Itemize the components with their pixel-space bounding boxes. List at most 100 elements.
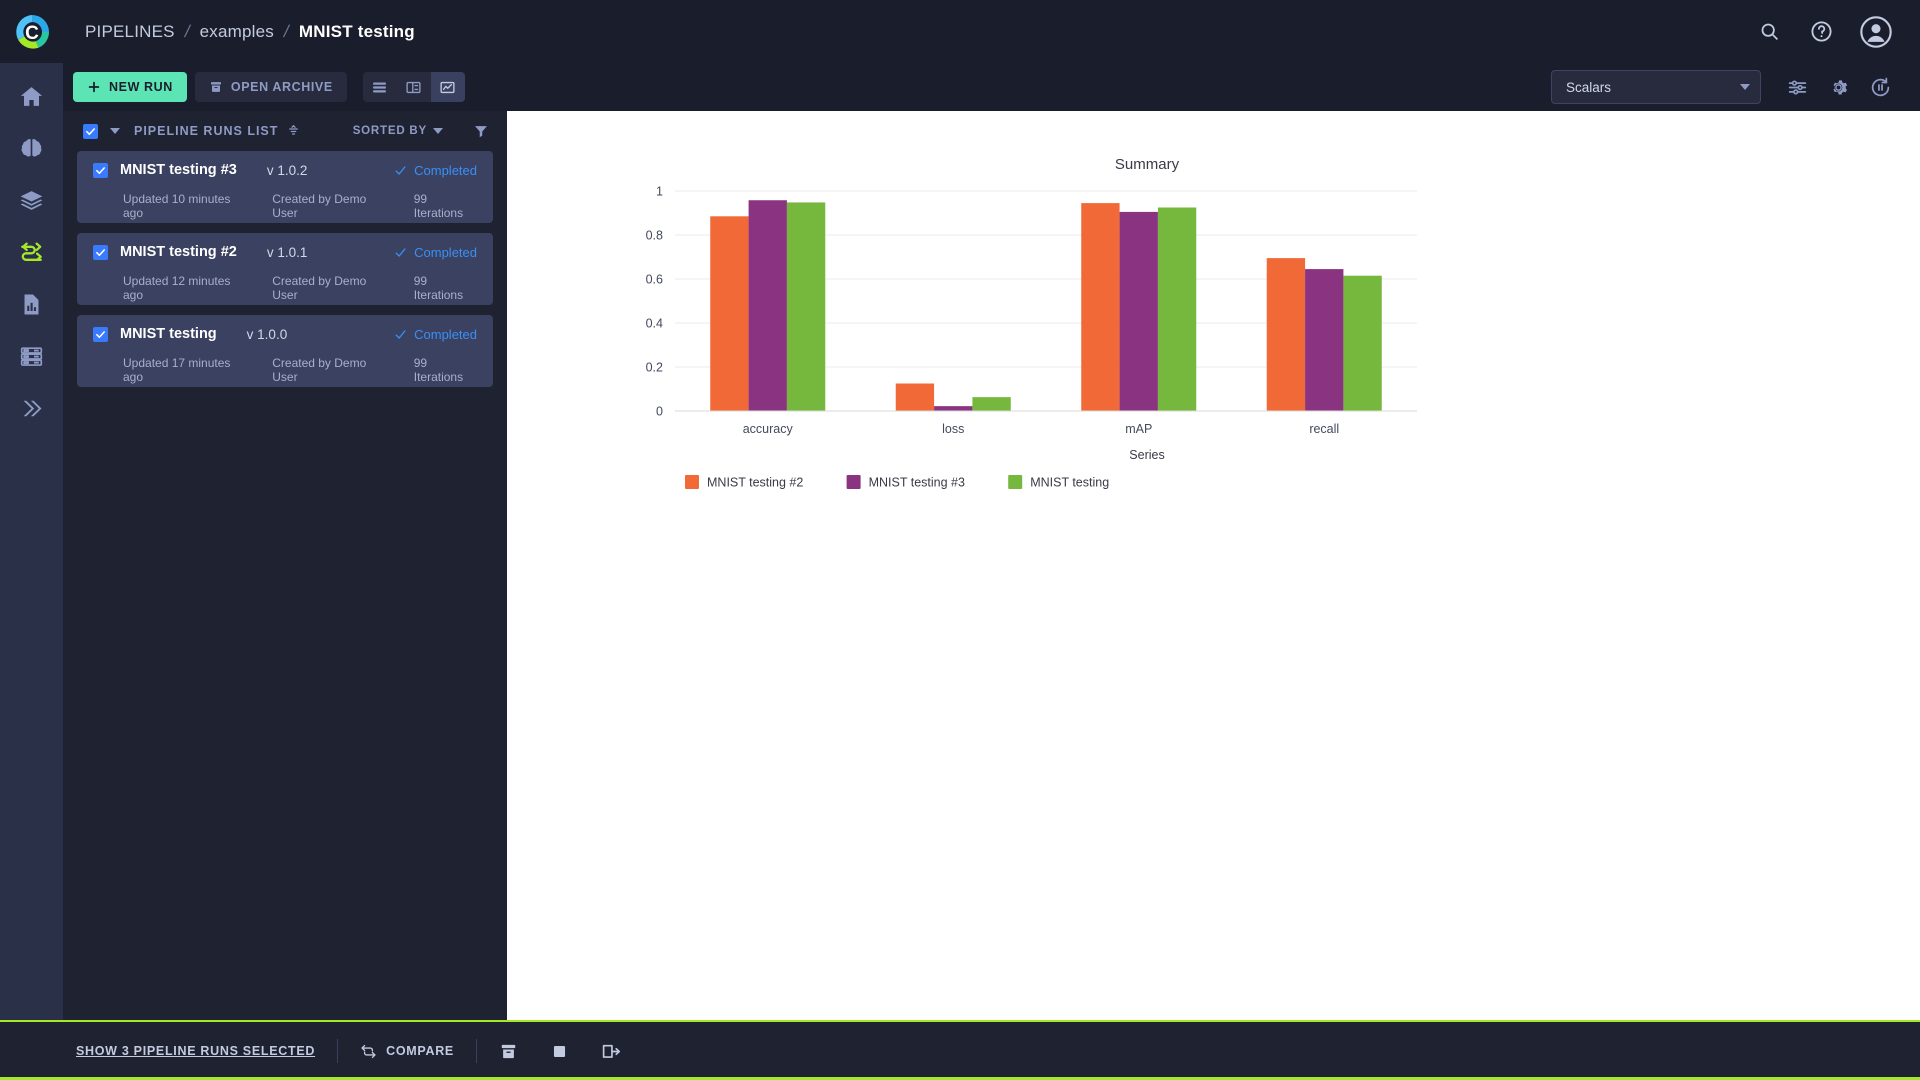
sliders-icon[interactable] bbox=[1787, 77, 1808, 98]
breadcrumb: PIPELINES / examples / MNIST testing bbox=[85, 22, 415, 42]
run-name: MNIST testing bbox=[120, 326, 217, 342]
run-version: v 1.0.2 bbox=[266, 162, 308, 178]
plus-icon bbox=[88, 81, 100, 93]
open-archive-label: OPEN ARCHIVE bbox=[230, 80, 333, 94]
chart-title: Summary bbox=[1115, 156, 1180, 173]
breadcrumb-item-current: MNIST testing bbox=[298, 21, 415, 41]
gear-icon[interactable] bbox=[1828, 77, 1849, 98]
run-updated: Updated 17 minutes ago bbox=[123, 356, 231, 384]
sidebar-item-projects[interactable] bbox=[10, 129, 54, 167]
divider bbox=[337, 1039, 339, 1063]
sidebar-item-datasets[interactable] bbox=[10, 181, 54, 219]
refresh-pause-icon[interactable] bbox=[1869, 76, 1892, 99]
metric-select[interactable]: Scalars bbox=[1551, 70, 1761, 104]
table-row[interactable]: MNIST testing v 1.0.0 Completed Updated … bbox=[77, 315, 493, 387]
run-created-by: Created by Demo User bbox=[272, 356, 367, 384]
compare-label: COMPARE bbox=[386, 1044, 454, 1058]
sorted-by-button[interactable]: SORTED BY bbox=[353, 125, 443, 137]
top-bar-actions bbox=[1756, 15, 1920, 48]
page-body: NEW RUN OPEN ARCHIVE PIPELINE RUNS LIST … bbox=[0, 63, 1920, 1020]
summary-chart-svg[interactable]: Summary 0 0.2 0.4 0.6 0.8 1 accuracy loss mAP re… bbox=[507, 111, 1920, 603]
run-updated: Updated 12 minutes ago bbox=[123, 274, 231, 302]
table-row[interactable]: MNIST testing #2 v 1.0.1 Completed Updat… bbox=[77, 233, 493, 305]
archive-icon bbox=[210, 82, 221, 92]
status-badge: Completed bbox=[394, 327, 477, 342]
run-checkbox[interactable] bbox=[93, 244, 108, 260]
table-row[interactable]: MNIST testing #3 v 1.0.2 Completed Updat… bbox=[77, 151, 493, 223]
move-icon[interactable] bbox=[601, 1041, 622, 1062]
svg-text:0: 0 bbox=[656, 405, 663, 419]
sorted-by-label: SORTED BY bbox=[352, 125, 427, 137]
runs-list-header: PIPELINE RUNS LIST SORTED BY bbox=[63, 111, 507, 151]
sorted-by-caret-icon bbox=[433, 128, 443, 134]
summary-chart-card: Summary 0 0.2 0.4 0.6 0.8 1 accuracy loss mAP re… bbox=[507, 111, 1920, 1020]
status-label: Completed bbox=[414, 162, 477, 178]
clearml-logo[interactable]: C bbox=[0, 0, 63, 63]
selection-summary-link[interactable]: SHOW 3 PIPELINE RUNS SELECTED bbox=[76, 1044, 315, 1058]
run-updated: Updated 10 minutes ago bbox=[123, 192, 231, 220]
chart-x-axis-label: Series bbox=[1129, 448, 1164, 462]
stop-icon[interactable] bbox=[550, 1042, 569, 1061]
svg-text:0.4: 0.4 bbox=[646, 317, 663, 331]
table-view-button[interactable] bbox=[363, 72, 397, 102]
clearml-pipelines-page: C PIPELINES / examples / MNIST testing N… bbox=[0, 0, 1920, 1080]
svg-text:1: 1 bbox=[656, 185, 663, 199]
svg-text:MNIST testing: MNIST testing bbox=[1030, 476, 1109, 490]
run-version: v 1.0.1 bbox=[266, 244, 308, 260]
run-version: v 1.0.0 bbox=[246, 326, 288, 342]
main-toolbar: Scalars bbox=[507, 63, 1920, 111]
run-checkbox[interactable] bbox=[93, 162, 108, 178]
details-view-button[interactable] bbox=[397, 72, 431, 102]
status-label: Completed bbox=[414, 244, 477, 260]
check-icon bbox=[395, 165, 406, 175]
svg-text:mAP: mAP bbox=[1125, 422, 1152, 436]
filter-icon[interactable] bbox=[473, 123, 489, 139]
status-badge: Completed bbox=[394, 163, 477, 178]
run-iterations: 99 Iterations bbox=[413, 274, 464, 302]
svg-text:accuracy: accuracy bbox=[743, 422, 794, 436]
metric-select-value: Scalars bbox=[1566, 79, 1612, 95]
search-icon[interactable] bbox=[1756, 19, 1782, 45]
sidebar-item-pipelines[interactable] bbox=[10, 233, 54, 271]
svg-text:C: C bbox=[25, 23, 39, 44]
run-iterations: 99 Iterations bbox=[413, 356, 464, 384]
breadcrumb-item-pipelines[interactable]: PIPELINES bbox=[85, 22, 175, 42]
runs-list-panel: NEW RUN OPEN ARCHIVE PIPELINE RUNS LIST … bbox=[63, 63, 507, 1020]
column-settings-icon[interactable] bbox=[286, 124, 301, 139]
run-checkbox[interactable] bbox=[93, 326, 108, 342]
select-all-checkbox[interactable] bbox=[83, 123, 98, 139]
chart-x-axis-ticks: accuracy loss mAP recall bbox=[743, 422, 1339, 436]
svg-text:MNIST testing #3: MNIST testing #3 bbox=[869, 476, 965, 490]
avatar[interactable] bbox=[1860, 15, 1892, 48]
run-created-by: Created by Demo User bbox=[272, 192, 367, 220]
archive-icon[interactable] bbox=[499, 1042, 518, 1061]
runs-list-title: PIPELINE RUNS LIST bbox=[134, 124, 279, 138]
chart-bars bbox=[675, 200, 1417, 412]
svg-text:loss: loss bbox=[942, 422, 964, 436]
chart-icon bbox=[440, 81, 455, 93]
runs-cards: MNIST testing #3 v 1.0.2 Completed Updat… bbox=[63, 151, 507, 1020]
bottom-bar: SHOW 3 PIPELINE RUNS SELECTED COMPARE bbox=[0, 1020, 1920, 1080]
runs-toolbar: NEW RUN OPEN ARCHIVE bbox=[63, 63, 507, 111]
help-icon[interactable] bbox=[1808, 19, 1834, 45]
sidebar-item-home[interactable] bbox=[10, 77, 54, 115]
chart-view-button[interactable] bbox=[430, 72, 465, 102]
run-created-by: Created by Demo User bbox=[272, 274, 367, 302]
sidebar-item-workers[interactable] bbox=[10, 337, 54, 375]
table-icon bbox=[373, 82, 387, 92]
compare-button[interactable]: COMPARE bbox=[360, 1043, 454, 1060]
panel-icon bbox=[406, 81, 421, 93]
svg-text:recall: recall bbox=[1309, 422, 1339, 436]
check-icon bbox=[395, 247, 406, 257]
sidebar-item-reports[interactable] bbox=[10, 285, 54, 323]
chart-legend[interactable]: MNIST testing #2 MNIST testing #3 MNIST te… bbox=[685, 475, 1109, 490]
sidebar-item-applications[interactable] bbox=[10, 389, 54, 427]
summary-chart[interactable]: Summary 0 0.2 0.4 0.6 0.8 1 accuracy loss mAP re… bbox=[507, 111, 1920, 603]
compare-icon bbox=[361, 1044, 376, 1058]
new-run-button[interactable]: NEW RUN bbox=[73, 72, 187, 102]
breadcrumb-item-examples[interactable]: examples bbox=[200, 22, 274, 42]
check-icon bbox=[395, 329, 406, 339]
open-archive-button[interactable]: OPEN ARCHIVE bbox=[194, 72, 347, 102]
select-all-dropdown-icon[interactable] bbox=[110, 128, 120, 134]
svg-text:MNIST testing #2: MNIST testing #2 bbox=[707, 476, 803, 490]
